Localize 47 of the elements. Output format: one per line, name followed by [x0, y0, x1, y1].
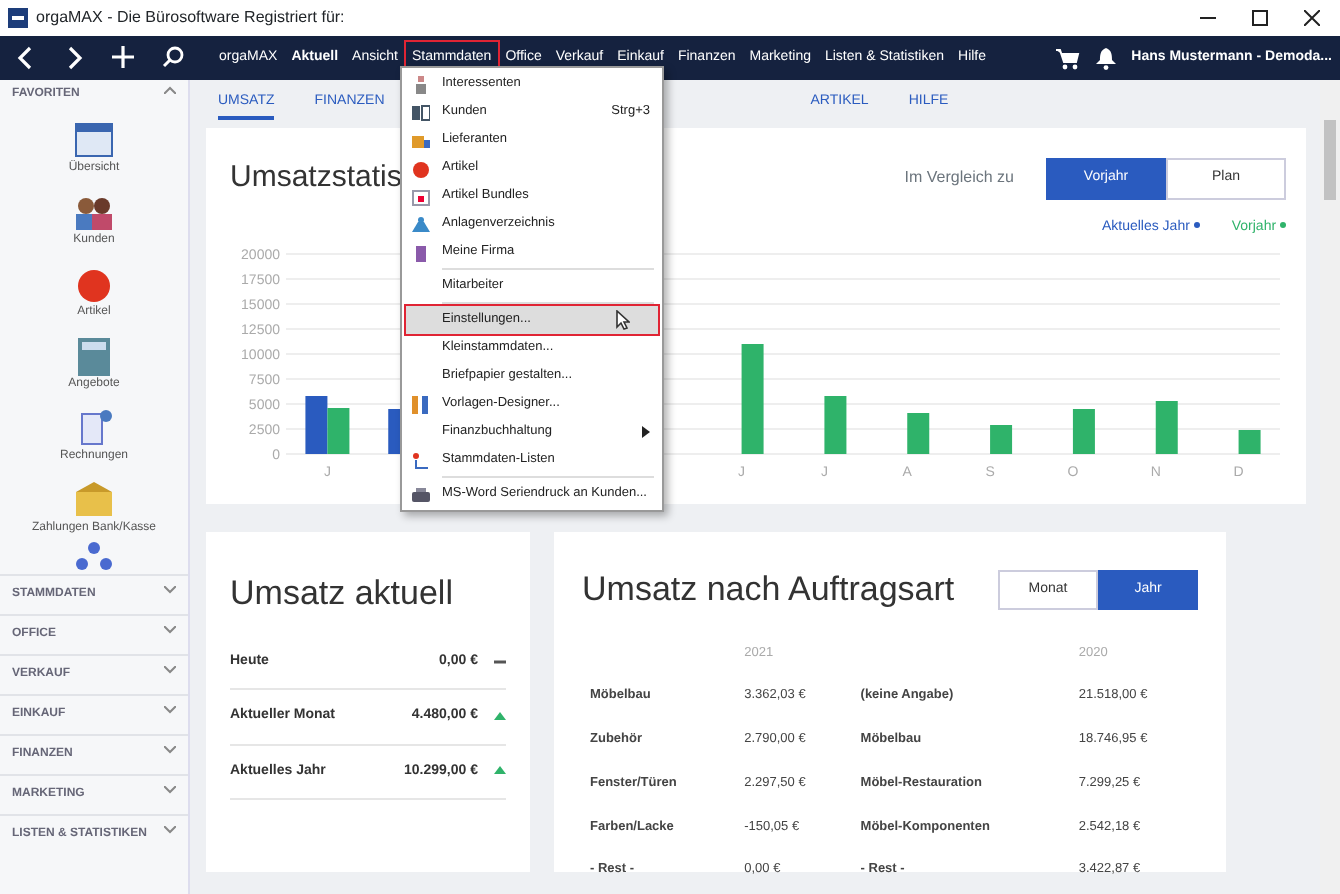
apple-icon[interactable]	[72, 264, 116, 304]
cursor-icon	[616, 310, 630, 330]
app-icon	[8, 8, 28, 28]
expand-icon[interactable]	[164, 586, 176, 594]
window-title: orgaMAX - Die Bürosoftware Registriert für:	[36, 6, 345, 30]
window-icon[interactable]	[72, 120, 116, 160]
bar	[907, 413, 930, 454]
bar	[1238, 430, 1261, 454]
window-icon	[412, 187, 430, 205]
add-icon[interactable]	[112, 46, 134, 68]
bar	[305, 396, 328, 454]
person-icon	[412, 75, 430, 93]
bar	[741, 344, 764, 454]
card-title: Umsatz nach Auftragsart	[582, 568, 955, 612]
back-icon[interactable]	[16, 46, 36, 70]
cart-icon[interactable]	[1055, 47, 1080, 69]
people-icon[interactable]	[72, 192, 116, 232]
calculator-icon[interactable]	[72, 336, 116, 376]
bar	[1072, 409, 1095, 454]
compare-label: Im Vergleich zu	[904, 166, 1014, 191]
bar	[990, 425, 1013, 454]
bar	[1155, 401, 1178, 454]
box-icon	[412, 131, 430, 149]
network-icon	[76, 542, 112, 570]
bar	[824, 396, 847, 454]
bar	[327, 408, 350, 454]
forward-icon[interactable]	[64, 46, 84, 70]
card-title: Umsatzstatis	[230, 158, 402, 198]
expand-icon[interactable]	[164, 706, 176, 714]
collapse-icon[interactable]	[164, 86, 176, 94]
expand-icon[interactable]	[164, 746, 176, 754]
columns-icon	[412, 395, 430, 413]
search-icon[interactable]	[162, 46, 184, 68]
expand-icon[interactable]	[164, 666, 176, 674]
bell-icon[interactable]	[1095, 47, 1116, 69]
close-icon[interactable]	[1304, 10, 1320, 26]
maximize-icon[interactable]	[1252, 10, 1268, 26]
printer-icon	[412, 485, 430, 503]
expand-icon[interactable]	[164, 826, 176, 834]
tree-icon	[412, 451, 430, 469]
bank-icon[interactable]	[72, 480, 116, 520]
cards-icon	[412, 103, 430, 121]
expand-icon[interactable]	[164, 786, 176, 794]
person-icon	[412, 215, 430, 233]
apple-icon	[412, 159, 430, 177]
expand-icon[interactable]	[164, 626, 176, 634]
card-title: Umsatz aktuell	[230, 572, 455, 616]
